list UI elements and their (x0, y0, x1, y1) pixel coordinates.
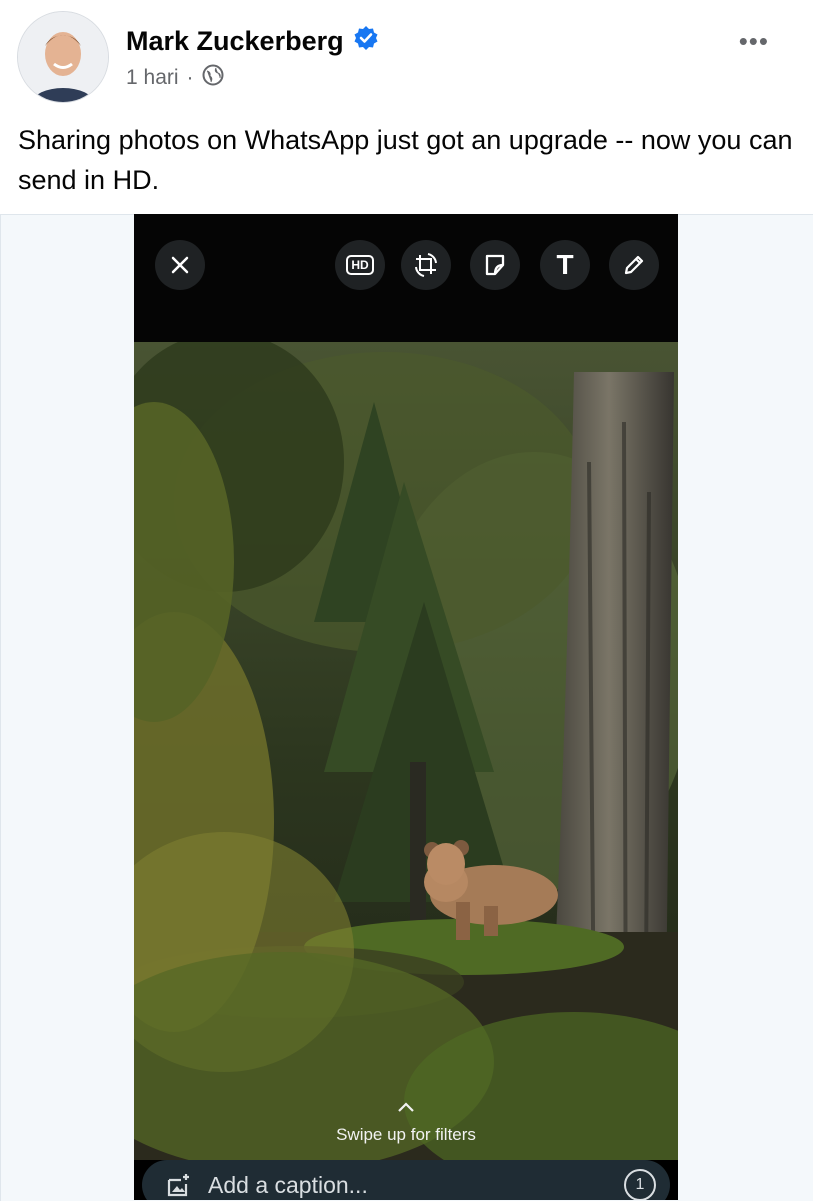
hd-label: HD (346, 255, 374, 275)
pencil-icon (624, 255, 644, 275)
author-name-row: Mark Zuckerberg (126, 24, 380, 59)
close-button[interactable] (155, 240, 205, 290)
more-options-button[interactable]: ••• (739, 26, 769, 57)
meta-separator: · (186, 66, 194, 89)
draw-button[interactable] (609, 240, 659, 290)
crop-rotate-button[interactable] (401, 240, 451, 290)
forest-bear-photo (134, 332, 678, 1192)
whatsapp-editor-screenshot[interactable]: HD T Swipe up for filters Add a caption.… (134, 214, 678, 1200)
view-once-button[interactable]: 1 (624, 1169, 656, 1200)
verified-badge-icon (352, 24, 380, 59)
post-header: Mark Zuckerberg 1 hari · ••• (0, 0, 813, 110)
crop-rotate-icon (415, 253, 437, 277)
globe-icon (202, 64, 224, 92)
swipe-up-chevron-icon (134, 1098, 678, 1118)
add-sticker-icon[interactable] (166, 1172, 192, 1198)
sticker-icon (485, 254, 505, 276)
post-text: Sharing photos on WhatsApp just got an u… (18, 125, 793, 195)
swipe-up-hint[interactable]: Swipe up for filters (134, 1125, 678, 1145)
editor-toolbar: HD T (134, 214, 678, 342)
avatar[interactable] (17, 11, 109, 103)
post-time[interactable]: 1 hari (126, 66, 179, 90)
post-meta: 1 hari · (126, 64, 224, 92)
author-name[interactable]: Mark Zuckerberg (126, 26, 344, 57)
close-icon (171, 256, 189, 274)
text-tool-button[interactable]: T (540, 240, 590, 290)
sticker-button[interactable] (470, 240, 520, 290)
hd-quality-button[interactable]: HD (335, 240, 385, 290)
forest-bear-image (134, 332, 678, 1192)
text-tool-label: T (556, 249, 574, 280)
avatar-photo (18, 12, 108, 102)
caption-input-bar[interactable]: Add a caption... 1 (142, 1160, 670, 1200)
view-once-label: 1 (635, 1176, 645, 1193)
caption-input[interactable]: Add a caption... (208, 1172, 368, 1199)
